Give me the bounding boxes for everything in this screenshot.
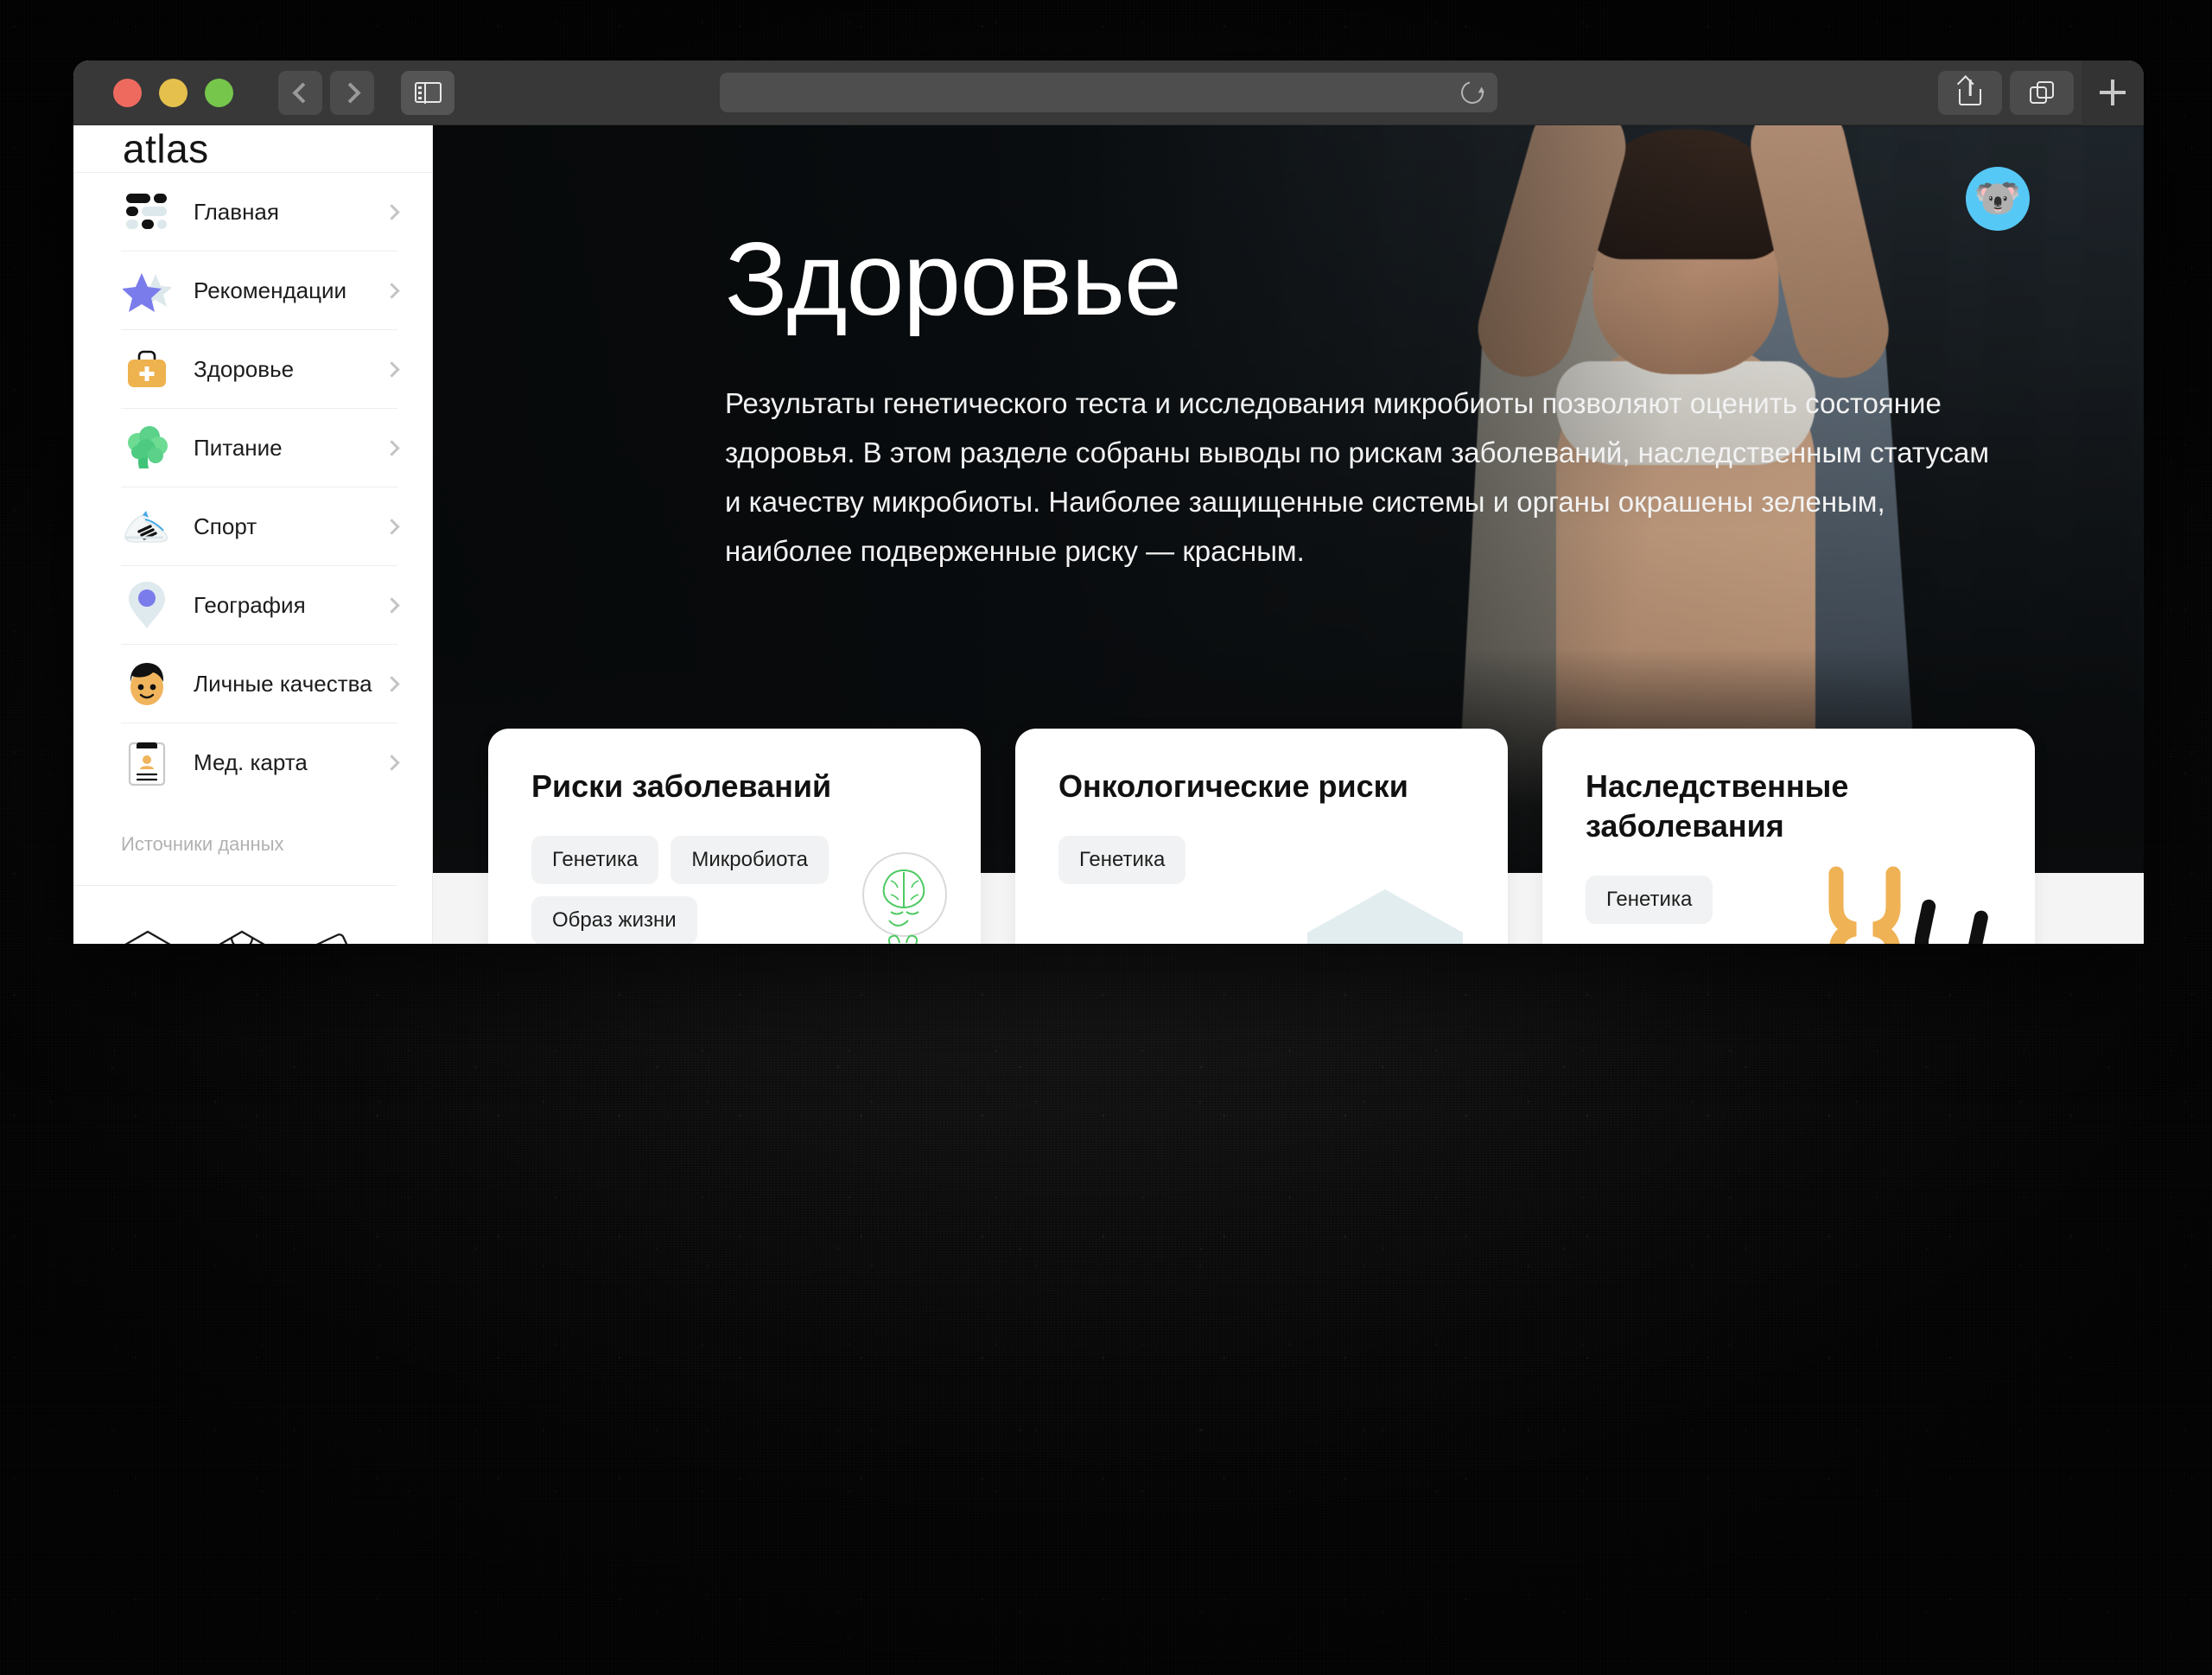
tag-chip[interactable]: Образ жизни [531, 896, 697, 944]
forward-button[interactable] [330, 70, 374, 115]
card-tags: Генетика Микробиота Образ жизни [531, 836, 938, 944]
browser-titlebar [73, 61, 2144, 125]
navigation-buttons [278, 70, 374, 115]
sidebar-item-label: Питание [194, 434, 283, 461]
hexagon-decoration [1307, 889, 1463, 944]
sidebar-item-sport[interactable]: Спорт [121, 487, 400, 566]
sidebar-item-med-karta[interactable]: Мед. карта [121, 723, 400, 802]
sidebar-item-label: Личные качества [194, 670, 372, 697]
share-icon [1959, 80, 1981, 105]
chevron-right-icon [384, 439, 400, 456]
card-tags: Генетика [1586, 876, 1992, 925]
reload-icon[interactable] [1457, 77, 1488, 108]
sneaker-icon [121, 509, 173, 544]
sidebar-item-glavnaya[interactable]: Главная [121, 173, 400, 252]
chevron-right-icon [384, 518, 400, 535]
tag-chip[interactable]: Микробиота [671, 836, 829, 885]
cards-column-1: Риски заболеваний Генетика Микробиота Об… [488, 729, 981, 944]
card-disease-risks: Риски заболеваний Генетика Микробиота Об… [488, 729, 981, 944]
tab-overview-button[interactable] [2010, 70, 2074, 115]
sidebar-item-label: Главная [194, 198, 279, 225]
card-title: Риски заболеваний [531, 768, 832, 804]
map-pin-icon [121, 580, 173, 630]
plus-icon [2100, 80, 2126, 105]
chevron-right-icon [384, 755, 400, 771]
back-button[interactable] [278, 70, 322, 115]
dna-hex-icon[interactable] [215, 929, 269, 944]
card-tags: Генетика [1058, 836, 1465, 885]
sidebar-toggle-button[interactable] [401, 70, 454, 115]
card-oncology-risks: Онкологические риски Генетика 43 [1015, 729, 1508, 944]
tag-chip[interactable]: Генетика [531, 836, 659, 885]
sidebar-panel-icon [414, 81, 442, 104]
stars-icon [121, 269, 173, 312]
zoom-window-button[interactable] [205, 78, 233, 107]
clipboard-icon [121, 739, 173, 787]
sidebar-item-label: Мед. карта [194, 749, 308, 775]
tag-chip[interactable]: Генетика [1586, 876, 1713, 925]
page-body: atlas Главная Рекомендации Здоровье Пита… [73, 125, 2144, 944]
brand-logo[interactable]: atlas [73, 125, 432, 173]
chevron-right-icon [384, 203, 400, 220]
address-bar[interactable] [720, 73, 1497, 112]
sidebar-item-label: География [194, 591, 306, 618]
card-title: Наследственные заболевания [1586, 768, 1849, 844]
microbiome-hex-icon[interactable] [121, 929, 175, 944]
dashboard-grid-icon [121, 192, 173, 232]
close-window-button[interactable] [113, 78, 142, 107]
medical-card-icon[interactable] [309, 929, 363, 944]
page-title: Здоровье [725, 221, 1182, 337]
brand-label: atlas [123, 126, 209, 171]
card-hereditary-diseases: Наследственные заболевания Генетика Насл… [1542, 729, 2035, 944]
new-tab-button[interactable] [2082, 61, 2144, 125]
minimize-window-button[interactable] [159, 78, 188, 107]
broccoli-icon [121, 425, 173, 470]
sidebar: atlas Главная Рекомендации Здоровье Пита… [73, 125, 433, 944]
toolbar-right [1938, 61, 2144, 125]
cards-column-2: Онкологические риски Генетика 43 Фармако… [1015, 729, 1508, 944]
chevron-right-icon [384, 282, 400, 299]
medkit-icon [121, 347, 173, 392]
main-content: 🐨 Здоровье Результаты генетического тест… [433, 125, 2144, 944]
cards-column-3: Наследственные заболевания Генетика Насл… [1542, 729, 2035, 944]
hero-description: Результаты генетического теста и исследо… [725, 387, 1990, 568]
sidebar-item-label: Рекомендации [194, 277, 347, 303]
cards-grid: Риски заболеваний Генетика Микробиота Об… [433, 729, 2144, 944]
chevron-right-icon [384, 675, 400, 692]
avatar[interactable]: 🐨 [1966, 167, 2030, 231]
chevron-right-icon [339, 81, 361, 104]
sidebar-item-lichnye-kachestva[interactable]: Личные качества [121, 645, 400, 723]
sidebar-item-label: Здоровье [194, 355, 295, 382]
sidebar-nav: Главная Рекомендации Здоровье Питание Сп… [73, 173, 432, 802]
data-sources-heading: Источники данных [73, 802, 397, 886]
card-title: Онкологические риски [1058, 768, 1408, 804]
sidebar-item-label: Спорт [194, 513, 257, 539]
tabs-icon [2030, 81, 2054, 104]
tag-chip[interactable]: Генетика [1058, 836, 1186, 885]
person-face-icon [121, 660, 173, 707]
sidebar-item-zdorove[interactable]: Здоровье [121, 330, 400, 409]
data-sources-list [73, 886, 432, 944]
chevron-left-icon [291, 81, 314, 104]
share-button[interactable] [1938, 70, 2002, 115]
sidebar-item-geografiya[interactable]: География [121, 566, 400, 645]
avatar-emoji: 🐨 [1974, 177, 2022, 220]
window-controls [113, 78, 233, 107]
browser-window: atlas Главная Рекомендации Здоровье Пита… [73, 61, 2144, 944]
sidebar-item-rekomendacii[interactable]: Рекомендации [121, 252, 400, 330]
chevron-right-icon [384, 596, 400, 614]
hero-text-block: Здоровье Результаты генетического теста … [433, 125, 2144, 576]
sidebar-item-pitanie[interactable]: Питание [121, 409, 400, 487]
chevron-right-icon [384, 360, 400, 378]
